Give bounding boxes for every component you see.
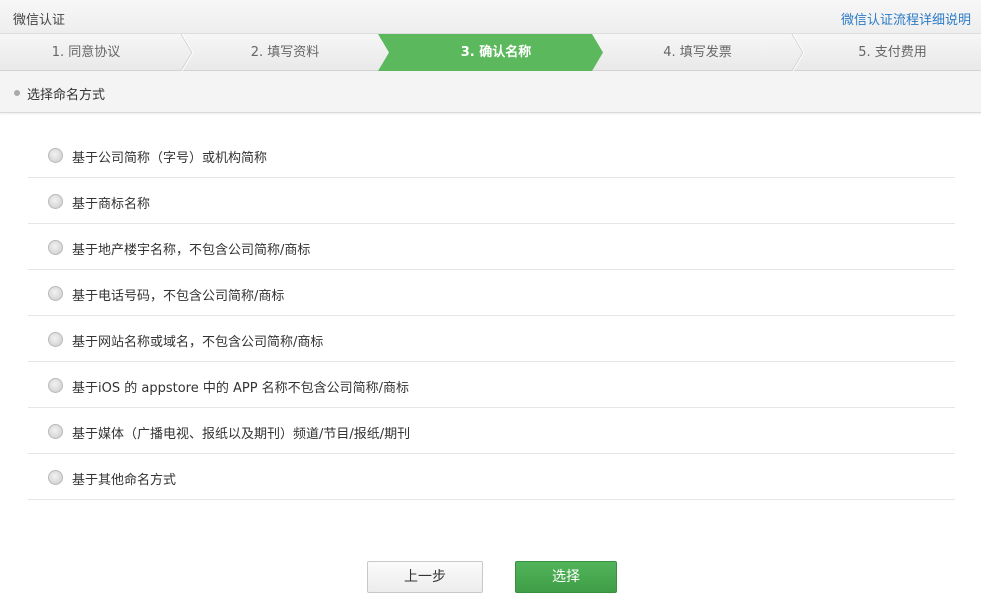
naming-option[interactable]: 基于网站名称或域名，不包含公司简称/商标 xyxy=(28,316,955,362)
option-label: 基于iOS 的 appstore 中的 APP 名称不包含公司简称/商标 xyxy=(72,381,410,396)
step-payment: 5. 支付费用 xyxy=(858,45,927,60)
radio-button[interactable] xyxy=(48,286,63,301)
option-label: 基于公司简称（字号）或机构简称 xyxy=(72,151,268,166)
page-title: 微信认证 xyxy=(13,13,66,28)
step-agree: 1. 同意协议 xyxy=(51,45,121,60)
radio-button[interactable] xyxy=(48,240,63,255)
naming-option[interactable]: 基于媒体（广播电视、报纸以及期刊）频道/节目/报纸/期刊 xyxy=(28,408,955,454)
previous-button[interactable]: 上一步 xyxy=(367,561,483,593)
naming-option[interactable]: 基于地产楼宇名称，不包含公司简称/商标 xyxy=(28,224,955,270)
step-invoice: 4. 填写发票 xyxy=(663,45,732,60)
naming-option[interactable]: 基于iOS 的 appstore 中的 APP 名称不包含公司简称/商标 xyxy=(28,362,955,408)
radio-button[interactable] xyxy=(48,332,63,347)
radio-button[interactable] xyxy=(48,148,63,163)
naming-option[interactable]: 基于商标名称 xyxy=(28,178,955,224)
option-label: 基于网站名称或域名，不包含公司简称/商标 xyxy=(72,335,324,350)
select-button[interactable]: 选择 xyxy=(515,561,617,593)
step-separator xyxy=(792,34,805,71)
option-label: 基于电话号码，不包含公司简称/商标 xyxy=(72,289,285,304)
step-fill-info: 2. 填写资料 xyxy=(250,45,320,60)
section-title: 选择命名方式 xyxy=(27,88,106,103)
naming-option[interactable]: 基于公司简称（字号）或机构简称 xyxy=(28,132,955,178)
option-label: 基于其他命名方式 xyxy=(72,473,177,488)
naming-options-list: 基于公司简称（字号）或机构简称 基于商标名称 基于地产楼宇名称，不包含公司简称/… xyxy=(28,132,955,500)
step-separator xyxy=(791,34,804,71)
top-bar: 微信认证 微信认证流程详细说明 xyxy=(0,0,981,34)
step-progress-bar: 1. 同意协议 2. 填写资料 3. 确认名称 4. 填写发票 5. 支付费用 xyxy=(0,34,981,71)
option-label: 基于媒体（广播电视、报纸以及期刊）频道/节目/报纸/期刊 xyxy=(72,427,411,442)
option-label: 基于地产楼宇名称，不包含公司简称/商标 xyxy=(72,243,311,258)
radio-button[interactable] xyxy=(48,424,63,439)
step-confirm-name: 3. 确认名称 xyxy=(460,45,532,60)
radio-button[interactable] xyxy=(48,378,63,393)
naming-option[interactable]: 基于电话号码，不包含公司简称/商标 xyxy=(28,270,955,316)
radio-button[interactable] xyxy=(48,470,63,485)
option-label: 基于商标名称 xyxy=(72,197,151,212)
naming-option[interactable]: 基于其他命名方式 xyxy=(28,454,955,500)
step-separator xyxy=(180,34,193,71)
bullet-icon xyxy=(14,90,20,96)
help-link[interactable]: 微信认证流程详细说明 xyxy=(841,9,971,28)
radio-button[interactable] xyxy=(48,194,63,209)
section-header: 选择命名方式 xyxy=(0,71,981,113)
